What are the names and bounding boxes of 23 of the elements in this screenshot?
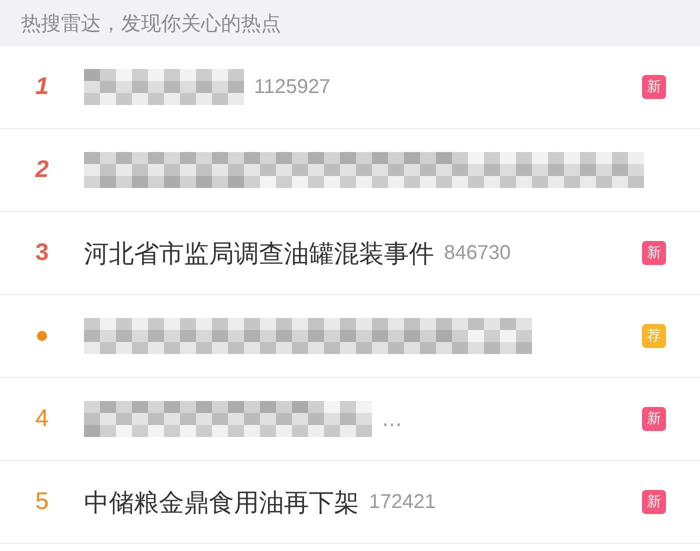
- hot-search-row[interactable]: 3 河北省市监局调查油罐混装事件 846730 新: [0, 212, 700, 295]
- rank-number: 2: [35, 156, 49, 184]
- topic-badge: 新: [642, 241, 666, 265]
- header-text: 热搜雷达，发现你关心的热点: [21, 10, 281, 36]
- topic-title: 河北省市监局调查油罐混装事件: [84, 238, 434, 270]
- topic-title: 中储粮金鼎食用油再下架: [84, 486, 359, 518]
- topic-badge: 新: [642, 75, 666, 99]
- hot-search-row[interactable]: 5 中储粮金鼎食用油再下架 172421 新: [0, 461, 700, 544]
- rank-number: 3: [35, 239, 49, 267]
- hot-search-row[interactable]: 4 … 新: [0, 378, 700, 461]
- search-count: 1125927: [254, 76, 330, 98]
- hot-search-row[interactable]: 荐: [0, 295, 700, 378]
- hot-search-row[interactable]: 2: [0, 129, 700, 212]
- topic-badge: 新: [642, 407, 666, 431]
- search-count: 172421: [369, 490, 436, 514]
- rank-number: 5: [35, 488, 49, 516]
- topic-badge: 荐: [642, 324, 666, 348]
- topic-badge: 新: [642, 490, 666, 514]
- rank-number: 1: [35, 73, 49, 101]
- hot-search-row[interactable]: 1 1125927 新: [0, 46, 700, 129]
- rank-number: 4: [35, 405, 49, 433]
- search-count: 846730: [444, 242, 511, 264]
- topic-title: …: [382, 407, 402, 431]
